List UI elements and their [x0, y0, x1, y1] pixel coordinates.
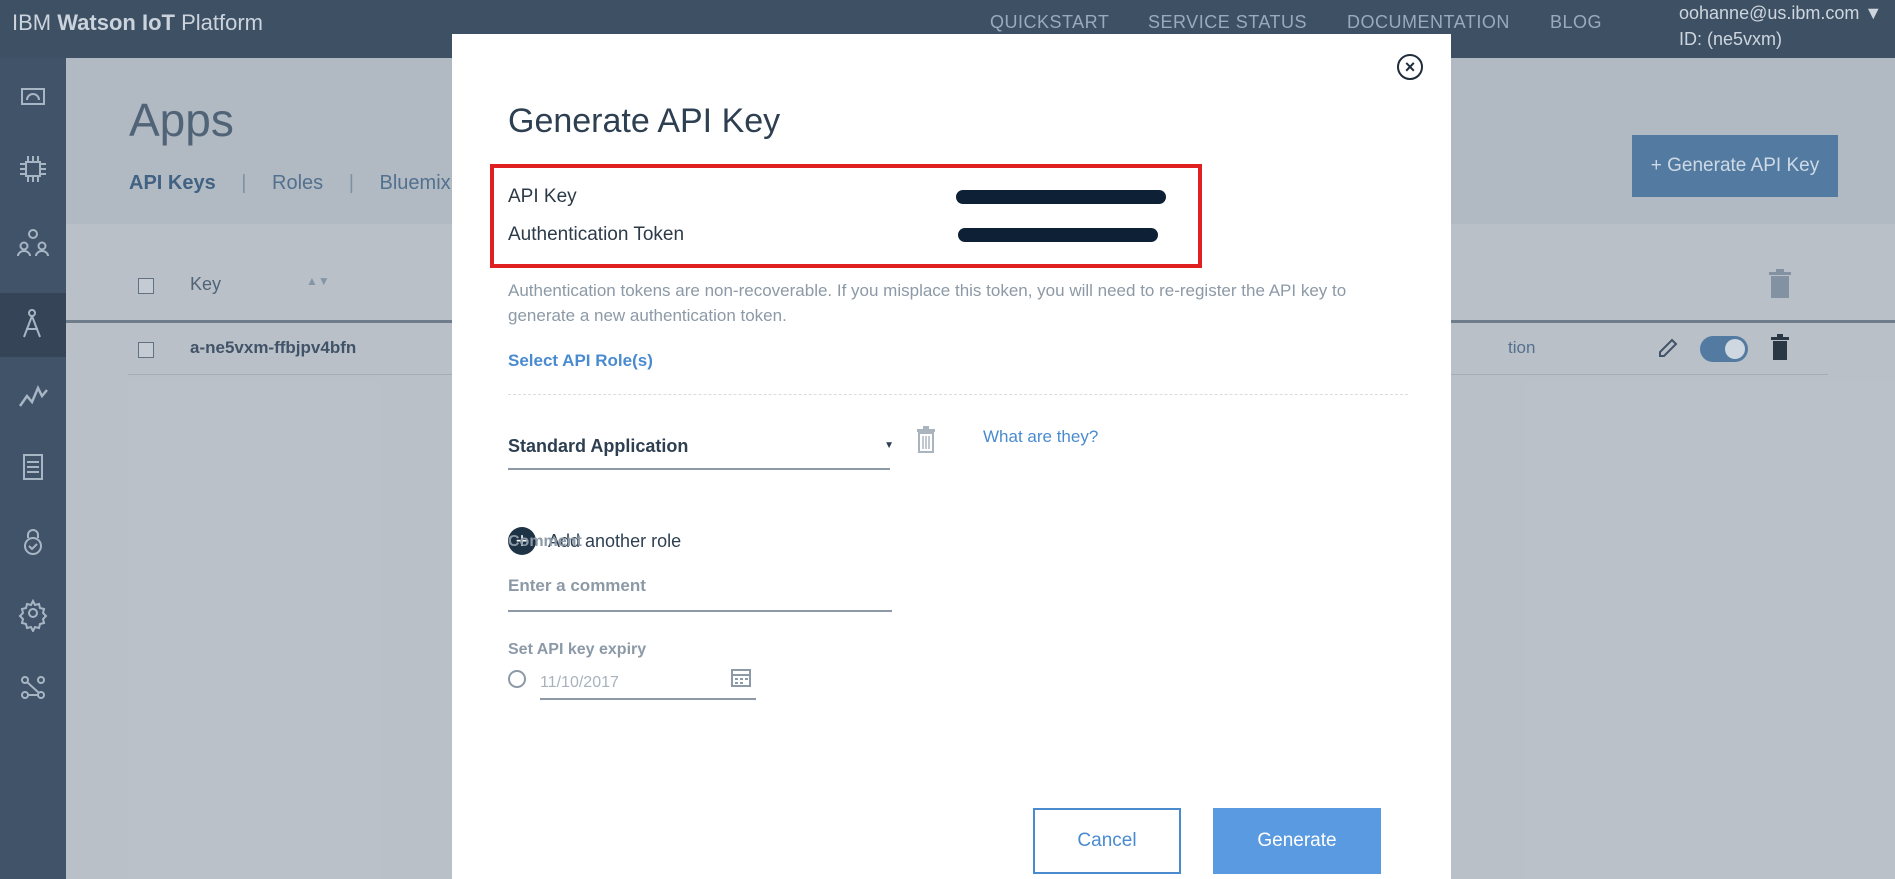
dropdown-arrow-icon: ▼ [884, 440, 894, 451]
auth-token-label: Authentication Token [508, 224, 685, 245]
auth-token-redacted [958, 228, 1158, 242]
dialog-title: Generate API Key [508, 102, 781, 140]
highlight-box [490, 164, 1202, 268]
expiry-radio[interactable] [508, 670, 526, 688]
api-key-label: API Key [508, 186, 577, 207]
api-key-redacted [956, 190, 1166, 204]
role-select[interactable]: Standard Application ▼ [508, 428, 894, 470]
calendar-icon[interactable] [730, 666, 752, 693]
comment-label: Comment [508, 533, 582, 550]
section-divider [508, 394, 1408, 395]
recovery-note: Authentication tokens are non-recoverabl… [508, 281, 1347, 325]
generate-button[interactable]: Generate [1213, 808, 1381, 874]
remove-role-icon[interactable] [916, 426, 936, 459]
close-icon[interactable]: × [1397, 54, 1423, 80]
comment-placeholder: Enter a comment [508, 576, 646, 595]
role-value: Standard Application [508, 436, 689, 456]
cancel-button[interactable]: Cancel [1033, 808, 1181, 874]
comment-input[interactable]: Enter a comment [508, 570, 892, 612]
generate-api-key-dialog: × Generate API Key API Key Authenticatio… [452, 34, 1451, 879]
expiry-label: Set API key expiry [508, 641, 647, 658]
expiry-date-input[interactable]: 11/10/2017 [540, 664, 756, 700]
expiry-date: 11/10/2017 [540, 674, 619, 691]
what-are-they-link[interactable]: What are they? [983, 427, 1098, 447]
select-roles-link[interactable]: Select API Role(s) [508, 351, 653, 371]
